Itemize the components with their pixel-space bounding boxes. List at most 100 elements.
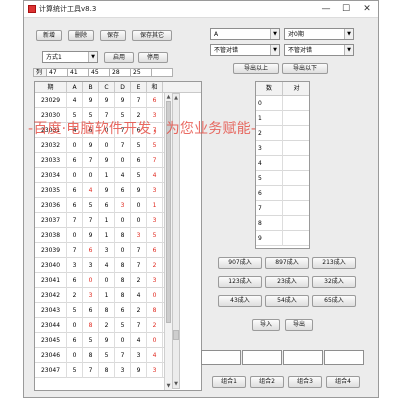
table-row[interactable]: 23039 7 6 3 0 7 6 (35, 243, 164, 258)
result-match-cell[interactable] (283, 126, 309, 141)
table-row[interactable]: 23047 5 7 8 3 9 3 (35, 363, 164, 378)
table-cell[interactable]: 5 (67, 363, 83, 378)
result-number-cell[interactable]: 2 (256, 126, 283, 141)
table-row[interactable]: 23038 0 9 1 8 3 5 (35, 228, 164, 243)
table-cell[interactable]: 7 (131, 258, 147, 273)
table-cell[interactable]: 0 (67, 138, 83, 153)
table-row[interactable]: 23029 4 9 9 9 7 6 (35, 93, 164, 108)
column-header[interactable]: 和 (147, 82, 163, 93)
table-cell[interactable]: 6 (115, 303, 131, 318)
table-cell[interactable]: 5 (83, 198, 99, 213)
table-cell[interactable]: 6 (147, 243, 163, 258)
period-cell[interactable]: 23029 (35, 93, 67, 108)
period-cell[interactable]: 23034 (35, 168, 67, 183)
group-4-button[interactable]: 组合4 (326, 376, 360, 388)
table-cell[interactable]: 1 (99, 228, 115, 243)
table-row[interactable]: 23032 0 9 0 7 5 5 (35, 138, 164, 153)
export-below-button[interactable]: 导出以下 (282, 63, 328, 74)
table-cell[interactable]: 3 (147, 273, 163, 288)
table-cell[interactable]: 4 (131, 288, 147, 303)
table-cell[interactable]: 9 (83, 138, 99, 153)
column-header[interactable]: 数 (256, 82, 283, 96)
table-cell[interactable]: 7 (67, 243, 83, 258)
table-cell[interactable]: 5 (83, 333, 99, 348)
table-cell[interactable]: 5 (147, 228, 163, 243)
period-cell[interactable]: 23047 (35, 363, 67, 378)
table-cell[interactable]: 3 (147, 213, 163, 228)
period-cell[interactable]: 23037 (35, 213, 67, 228)
result-row[interactable]: 1 (256, 111, 309, 126)
table-cell[interactable]: 1 (99, 168, 115, 183)
table-cell[interactable]: 0 (67, 228, 83, 243)
table-cell[interactable]: 0 (99, 138, 115, 153)
table-cell[interactable]: 2 (147, 258, 163, 273)
table-cell[interactable]: 0 (67, 318, 83, 333)
table-cell[interactable]: 2 (131, 273, 147, 288)
period-cell[interactable]: 23046 (35, 348, 67, 363)
result-match-cell[interactable] (283, 216, 309, 231)
result-match-cell[interactable] (283, 96, 309, 111)
result-row[interactable]: 5 (256, 171, 309, 186)
table-cell[interactable]: 2 (67, 288, 83, 303)
result-row[interactable]: 2 (256, 126, 309, 141)
table-cell[interactable]: 0 (131, 213, 147, 228)
table-cell[interactable]: 7 (83, 213, 99, 228)
table-cell[interactable]: 9 (131, 363, 147, 378)
result-row[interactable]: 9 (256, 231, 309, 246)
group-field-4[interactable] (324, 350, 364, 365)
result-row[interactable]: 4 (256, 156, 309, 171)
period-cell[interactable]: 23033 (35, 153, 67, 168)
column-header[interactable]: 期 (35, 82, 67, 93)
period-cell[interactable]: 23043 (35, 303, 67, 318)
table-cell[interactable]: 6 (147, 93, 163, 108)
column-header[interactable]: D (115, 82, 131, 93)
table-cell[interactable]: 0 (131, 198, 147, 213)
table-row[interactable]: 23036 6 5 6 3 0 1 (35, 198, 164, 213)
period-select[interactable]: 对0期 ▼ (284, 28, 354, 40)
table-cell[interactable]: 6 (99, 198, 115, 213)
table-cell[interactable]: 9 (131, 183, 147, 198)
scroll-up-icon[interactable]: ▲ (165, 93, 172, 101)
group-field-2[interactable] (242, 350, 282, 365)
table-cell[interactable]: 3 (115, 363, 131, 378)
result-row[interactable]: 8 (256, 216, 309, 231)
table-cell[interactable]: 6 (83, 243, 99, 258)
table-cell[interactable]: 5 (147, 138, 163, 153)
save-other-button[interactable]: 保存其它 (132, 30, 172, 41)
table-cell[interactable]: 7 (147, 153, 163, 168)
table-row[interactable]: 23037 7 7 1 0 0 3 (35, 213, 164, 228)
table-cell[interactable]: 8 (147, 303, 163, 318)
result-number-cell[interactable]: 4 (256, 156, 283, 171)
table-cell[interactable]: 2 (131, 303, 147, 318)
column-header[interactable]: B (83, 82, 99, 93)
table-cell[interactable]: 7 (83, 153, 99, 168)
input-907-button[interactable]: 907成入 (218, 257, 262, 269)
table-cell[interactable]: 6 (67, 333, 83, 348)
table-cell[interactable]: 8 (83, 318, 99, 333)
table-cell[interactable]: 3 (115, 198, 131, 213)
table-cell[interactable]: 7 (131, 243, 147, 258)
filter-cell[interactable]: 25 (130, 68, 152, 77)
result-number-cell[interactable]: 7 (256, 201, 283, 216)
table-cell[interactable]: 0 (147, 288, 163, 303)
table-cell[interactable]: 4 (67, 93, 83, 108)
table-cell[interactable]: 0 (83, 168, 99, 183)
table-cell[interactable]: 6 (115, 183, 131, 198)
table-cell[interactable]: 2 (147, 318, 163, 333)
input-54-button[interactable]: 54成入 (265, 295, 309, 307)
disable-button[interactable]: 停用 (138, 52, 168, 63)
period-cell[interactable]: 23041 (35, 273, 67, 288)
table-cell[interactable]: 0 (67, 348, 83, 363)
result-number-cell[interactable]: 3 (256, 141, 283, 156)
result-number-cell[interactable]: 5 (256, 171, 283, 186)
group-field-3[interactable] (283, 350, 323, 365)
table-cell[interactable]: 4 (147, 348, 163, 363)
scrollbar-thumb[interactable] (173, 330, 179, 340)
table-cell[interactable]: 3 (99, 243, 115, 258)
close-icon[interactable]: ✕ (360, 3, 374, 15)
table-cell[interactable]: 4 (83, 183, 99, 198)
input-65-button[interactable]: 65成入 (312, 295, 356, 307)
table-cell[interactable]: 6 (67, 153, 83, 168)
scroll-down-icon[interactable]: ▼ (173, 380, 179, 388)
table-cell[interactable]: 4 (115, 168, 131, 183)
